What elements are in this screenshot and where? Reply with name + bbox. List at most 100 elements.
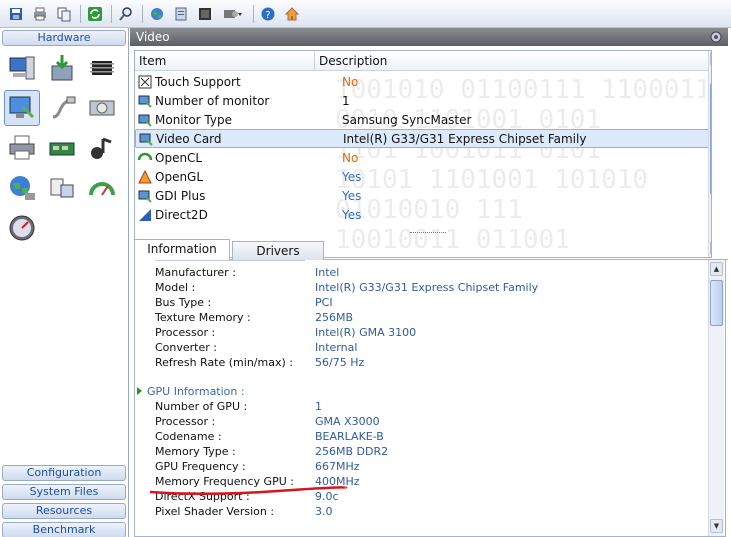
info-row: Pixel Shader Version : 3.0 — [155, 505, 715, 520]
list-item-value: Intel(R) G33/G31 Express Chipset Family — [343, 131, 587, 146]
scroll-thumb[interactable] — [710, 83, 711, 195]
globe-icon[interactable] — [147, 4, 167, 24]
info-value: 1 — [315, 400, 322, 413]
save-icon[interactable] — [6, 4, 26, 24]
benchmark-button[interactable]: Benchmark — [2, 522, 126, 537]
annotation-underline — [149, 486, 348, 496]
tab-information[interactable]: Information — [134, 239, 230, 261]
list-item[interactable]: OpenGL Yes — [135, 167, 711, 186]
settings-dropdown-icon[interactable] — [219, 4, 247, 24]
info-value: PCI — [315, 296, 333, 309]
display-icon[interactable] — [4, 90, 40, 126]
info-value: GMA X3000 — [315, 415, 380, 428]
list-item-value: Samsung SyncMaster — [342, 112, 472, 127]
info-row: Codename : BEARLAKE-B — [155, 430, 715, 445]
info-key: Model : — [155, 281, 196, 294]
report-icon[interactable] — [171, 4, 191, 24]
info-scroll-up-button[interactable]: ▲ — [710, 262, 723, 276]
list-item-name: Monitor Type — [155, 112, 232, 127]
list-scrollbar[interactable]: ▲ ▼ — [708, 51, 711, 257]
gpu-section-title: GPU Information : — [147, 385, 245, 398]
info-key: Memory Type : — [155, 445, 236, 458]
detail-tabs: Information Drivers — [134, 238, 728, 261]
list-item-name: OpenCL — [155, 150, 203, 165]
info-value: 256MB DDR2 — [315, 445, 389, 458]
gauge-icon[interactable] — [84, 170, 120, 206]
refresh-icon[interactable] — [85, 4, 105, 24]
column-description[interactable]: Description — [315, 51, 387, 70]
audio-icon[interactable] — [84, 130, 120, 166]
info-row: Refresh Rate (min/max) : 56/75 Hz — [155, 356, 715, 371]
list-item[interactable]: Touch Support No — [135, 72, 711, 91]
list-item-name: GDI Plus — [155, 188, 206, 203]
pane-splitter[interactable] — [410, 232, 446, 236]
disk-drive-icon[interactable] — [84, 90, 120, 126]
list-item-value: Yes — [342, 188, 362, 203]
info-value: Intel(R) G33/G31 Express Chipset Family — [315, 281, 539, 294]
list-item-name: OpenGL — [155, 169, 204, 184]
list-item[interactable]: Number of monitor 1 — [135, 91, 711, 110]
info-row: Number of GPU : 1 — [155, 400, 715, 415]
print-icon[interactable] — [30, 4, 50, 24]
info-value: 667MHz — [315, 460, 360, 473]
info-row: Manufacturer : Intel — [155, 266, 715, 281]
list-item-value: Yes — [342, 207, 362, 222]
info-row: Converter : Internal — [155, 341, 715, 356]
info-key: Processor : — [155, 326, 216, 339]
list-item[interactable]: Monitor Type Samsung SyncMaster — [135, 110, 711, 129]
column-item[interactable]: Item — [135, 51, 315, 70]
home-icon[interactable] — [282, 4, 302, 24]
software-install-icon[interactable] — [44, 50, 80, 86]
gpu-section-header[interactable]: GPU Information : — [137, 385, 245, 398]
list-item[interactable]: Direct2D Yes — [135, 205, 711, 224]
svg-text:?: ? — [265, 10, 270, 21]
search-icon[interactable] — [116, 4, 136, 24]
chip-icon[interactable] — [84, 50, 120, 86]
resources-button[interactable]: Resources — [2, 503, 126, 519]
computer-icon[interactable] — [4, 50, 40, 86]
list-item[interactable]: Video Card Intel(R) G33/G31 Express Chips… — [135, 129, 711, 148]
printer-icon[interactable] — [4, 130, 40, 166]
info-scrollbar[interactable]: ▲ ▼ — [708, 260, 724, 536]
item-list: 1001010 01100111 11000110 0010 1101001 0… — [134, 50, 712, 258]
copy-icon[interactable] — [54, 4, 74, 24]
list-item-name: Video Card — [156, 131, 222, 146]
list-item-name: Number of monitor — [155, 93, 270, 108]
info-row: Model : Intel(R) G33/G31 Express Chipset … — [155, 281, 715, 296]
info-scroll-down-button[interactable]: ▼ — [710, 519, 723, 533]
info-key: Refresh Rate (min/max) : — [155, 356, 293, 369]
network-globe-icon[interactable] — [4, 170, 40, 206]
info-key: Codename : — [155, 430, 222, 443]
list-column-header: Item Description — [135, 51, 711, 71]
speedometer-icon[interactable] — [4, 210, 40, 246]
toolbar-separator — [253, 4, 254, 23]
monitor-icon — [138, 114, 152, 127]
module-icon[interactable] — [195, 4, 215, 24]
help-icon[interactable]: ? — [258, 4, 278, 24]
toolbar-separator — [80, 4, 81, 23]
toolbar-separator — [142, 4, 143, 23]
info-key: Manufacturer : — [155, 266, 236, 279]
tab-drivers[interactable]: Drivers — [232, 241, 324, 260]
list-item[interactable]: OpenCL No — [135, 148, 711, 167]
configuration-button[interactable]: Configuration — [2, 465, 126, 481]
info-key: Processor : — [155, 415, 216, 428]
scroll-up-button[interactable]: ▲ — [710, 52, 711, 66]
list-item-value: No — [342, 150, 359, 165]
network-card-icon[interactable] — [44, 130, 80, 166]
usb-cable-icon[interactable] — [44, 90, 80, 126]
info-value: 3.0 — [315, 505, 333, 518]
system-files-button[interactable]: System Files — [2, 484, 126, 500]
expand-triangle-icon[interactable] — [137, 387, 142, 395]
info-scroll-thumb[interactable] — [710, 280, 723, 326]
hardware-header[interactable]: Hardware — [2, 30, 126, 46]
main-panel: Video 1001010 01100111 11000110 0010 110… — [130, 28, 731, 537]
devices-icon[interactable] — [44, 170, 80, 206]
video-card-icon — [139, 133, 153, 146]
opengl-icon — [138, 169, 152, 183]
list-item[interactable]: GDI Plus Yes — [135, 186, 711, 205]
info-key: Bus Type : — [155, 296, 212, 309]
info-row: Memory Type : 256MB DDR2 — [155, 445, 715, 460]
info-row: GPU Frequency : 667MHz — [155, 460, 715, 475]
options-icon[interactable] — [708, 29, 724, 45]
